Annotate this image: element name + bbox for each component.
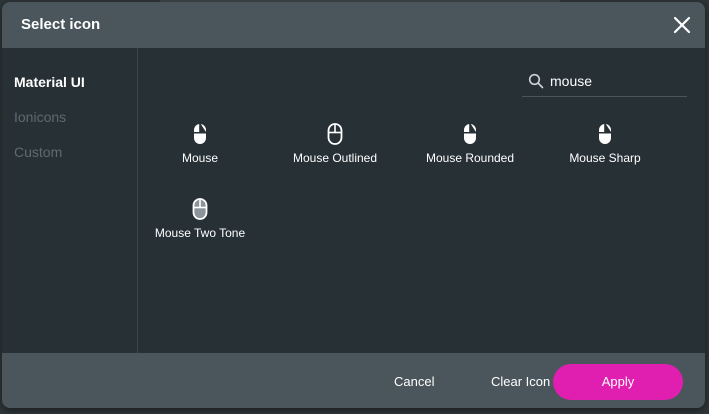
cancel-button[interactable]: Cancel (394, 374, 434, 389)
icon-option-label: Mouse Sharp (569, 151, 641, 165)
icon-option-mouse-rounded[interactable]: Mouse Rounded (415, 122, 525, 172)
dialog-footer: Cancel Clear Icon Apply (2, 353, 705, 408)
search-icon (528, 73, 544, 89)
sidebar-item-custom[interactable]: Custom (14, 144, 62, 160)
icon-library-sidebar: Material UI Ionicons Custom (2, 48, 138, 353)
sidebar-item-ionicons[interactable]: Ionicons (14, 109, 66, 125)
icon-option-label: Mouse Two Tone (154, 226, 246, 240)
search-input[interactable] (550, 70, 680, 92)
dialog-title: Select icon (21, 16, 101, 33)
close-button[interactable] (671, 14, 693, 36)
mouse-two-tone-icon (192, 198, 208, 220)
icon-option-mouse-sharp[interactable]: Mouse Sharp (550, 122, 660, 172)
dialog-header: Select icon (2, 2, 705, 48)
icon-option-mouse-two-tone[interactable]: Mouse Two Tone (145, 197, 255, 247)
icon-option-label: Mouse Outlined (292, 151, 378, 165)
apply-button[interactable]: Apply (553, 364, 683, 400)
mouse-icon (194, 124, 206, 144)
search-box (522, 66, 687, 97)
icon-option-mouse[interactable]: Mouse (145, 122, 255, 172)
mouse-sharp-icon (599, 124, 611, 144)
icon-option-mouse-outlined[interactable]: Mouse Outlined (280, 122, 390, 172)
sidebar-item-material-ui[interactable]: Material UI (14, 74, 85, 90)
icon-option-label: Mouse (181, 151, 219, 165)
select-icon-dialog: Select icon Material UI Ionicons Custom … (2, 2, 705, 408)
icon-option-label: Mouse Rounded (425, 151, 515, 165)
mouse-rounded-icon (464, 124, 476, 144)
mouse-outlined-icon (327, 123, 343, 145)
close-icon (673, 16, 691, 34)
clear-icon-button[interactable]: Clear Icon (491, 374, 550, 389)
